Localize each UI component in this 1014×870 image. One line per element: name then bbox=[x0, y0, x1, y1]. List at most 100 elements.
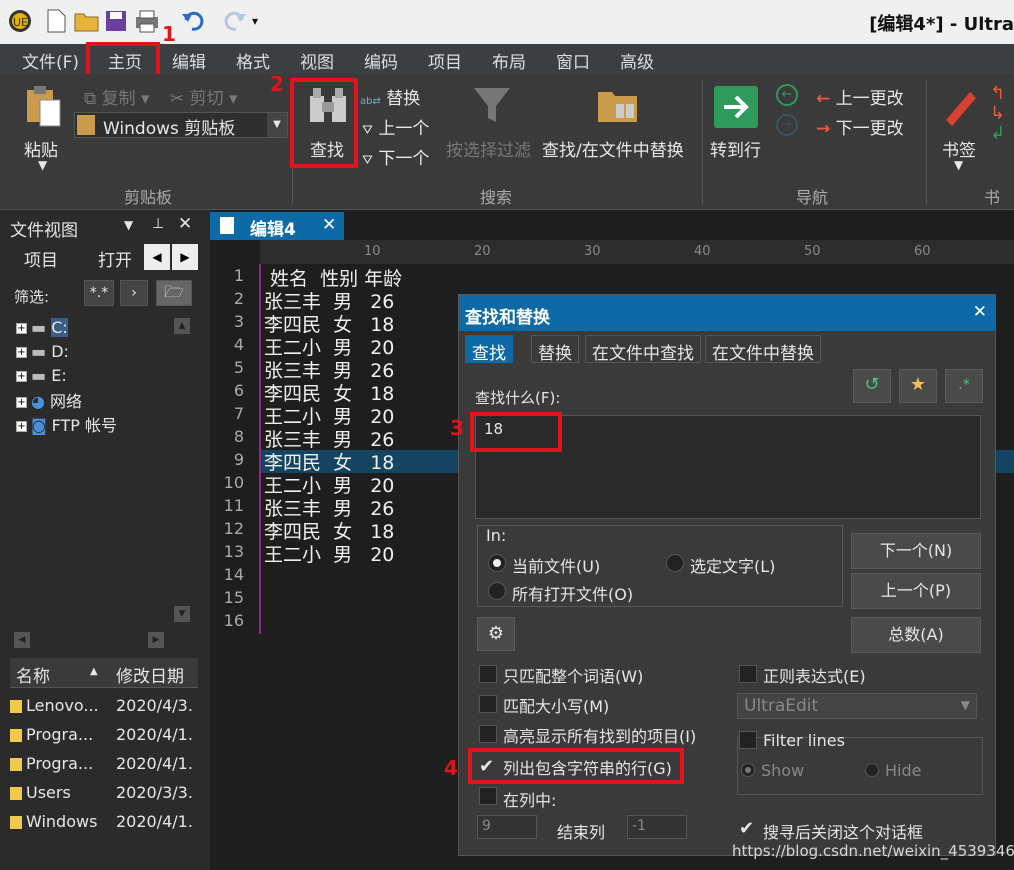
match-case-checkbox[interactable] bbox=[479, 695, 497, 713]
bookmark-icon[interactable] bbox=[940, 86, 980, 130]
paste-dropdown-icon[interactable]: ▼ bbox=[38, 158, 47, 172]
paste-icon[interactable] bbox=[24, 84, 64, 132]
nav-forward-icon[interactable]: → bbox=[776, 114, 798, 136]
replace-button[interactable]: ab⇄ 替换 bbox=[360, 84, 420, 109]
whole-word-label[interactable]: 只匹配整个词语(W) bbox=[503, 663, 643, 687]
menu-advanced[interactable]: 高级 bbox=[620, 48, 654, 73]
nav-back-icon[interactable]: ← bbox=[776, 84, 798, 106]
scope-all-label[interactable]: 所有打开文件(O) bbox=[512, 581, 633, 605]
close-icon[interactable]: ✕ bbox=[178, 214, 192, 234]
customize-toolbar-icon[interactable]: ▾ bbox=[252, 14, 276, 40]
copy-button[interactable]: ⧉ 复制 ▾ bbox=[84, 84, 149, 109]
scope-current-label[interactable]: 当前文件(U) bbox=[512, 553, 600, 577]
list-item[interactable]: Windows 2020/4/1. bbox=[10, 812, 198, 831]
close-icon[interactable]: ✕ bbox=[973, 302, 987, 322]
find-prev-button[interactable]: 上一个(P) bbox=[851, 573, 981, 609]
menu-project[interactable]: 项目 bbox=[428, 48, 462, 73]
tab-find-in-files[interactable]: 在文件中查找 bbox=[585, 335, 701, 364]
regex-checkbox[interactable] bbox=[739, 665, 757, 683]
clipboard-select[interactable]: Windows 剪贴板 ▼ bbox=[74, 112, 288, 139]
expand-icon[interactable]: + bbox=[16, 397, 27, 408]
expand-icon[interactable]: + bbox=[16, 347, 27, 358]
count-button[interactable]: 总数(A) bbox=[851, 617, 981, 653]
filter-apply-icon[interactable]: › bbox=[120, 280, 148, 306]
col-name-header[interactable]: 名称 bbox=[16, 662, 50, 687]
scope-current-radio[interactable] bbox=[488, 554, 506, 572]
expand-icon[interactable]: + bbox=[16, 371, 27, 382]
find-in-files-icon[interactable] bbox=[596, 84, 640, 132]
tab-find[interactable]: 查找 bbox=[465, 335, 513, 364]
whole-word-checkbox[interactable] bbox=[479, 665, 497, 683]
scroll-left-icon[interactable]: ◀ bbox=[14, 632, 30, 648]
undo-icon[interactable] bbox=[180, 8, 204, 34]
menu-file[interactable]: 文件(F) bbox=[22, 48, 79, 73]
tree-item-c[interactable]: + ▬ C: bbox=[16, 318, 68, 337]
goto-line-button[interactable]: 转到行 bbox=[710, 136, 761, 161]
browse-folder-icon[interactable]: 🗁 bbox=[156, 280, 192, 306]
prev-change-button[interactable]: ← 上一更改 bbox=[816, 84, 904, 109]
col-date-header[interactable]: 修改日期 bbox=[116, 662, 184, 687]
expand-icon[interactable]: + bbox=[16, 323, 27, 334]
filter-input[interactable]: *.* bbox=[84, 280, 114, 306]
menu-edit[interactable]: 编辑 bbox=[172, 48, 206, 73]
tab-editor-file[interactable]: 编辑4 ✕ bbox=[210, 212, 344, 240]
tab-open[interactable]: 打开 bbox=[84, 244, 146, 272]
scope-selection-radio[interactable] bbox=[666, 554, 684, 572]
code-line[interactable]: 王二小 男 20 bbox=[264, 540, 394, 567]
bookmark-dropdown-icon[interactable]: ▼ bbox=[954, 158, 963, 172]
highlight-all-label[interactable]: 高亮显示所有找到的项目(I) bbox=[503, 723, 696, 747]
scroll-right-icon[interactable]: ▶ bbox=[148, 632, 164, 648]
list-item[interactable]: Progra... 2020/4/1. bbox=[10, 725, 198, 744]
cut-button[interactable]: ✂ 剪切 ▾ bbox=[170, 84, 238, 109]
find-next-button[interactable]: 下一个(N) bbox=[851, 533, 981, 569]
highlight-all-checkbox[interactable] bbox=[479, 725, 497, 743]
tree-item-network[interactable]: + ◕ 网络 bbox=[16, 388, 82, 412]
filter-lines-label[interactable]: Filter lines bbox=[763, 731, 845, 750]
tree-item-ftp[interactable]: + ◙ FTP 帐号 bbox=[16, 412, 117, 436]
tab-project[interactable]: 项目 bbox=[10, 244, 72, 272]
menu-format[interactable]: 格式 bbox=[236, 48, 270, 73]
menu-encoding[interactable]: 编码 bbox=[364, 48, 398, 73]
match-case-label[interactable]: 匹配大小写(M) bbox=[503, 693, 609, 717]
regex-builder-button[interactable]: .* bbox=[945, 369, 983, 403]
next-change-button[interactable]: → 下一更改 bbox=[816, 114, 904, 139]
list-item[interactable]: Lenovo... 2020/4/3. bbox=[10, 696, 198, 715]
tree-item-e[interactable]: + ▬ E: bbox=[16, 366, 67, 385]
list-item[interactable]: Users 2020/3/3. bbox=[10, 783, 198, 802]
menu-window[interactable]: 窗口 bbox=[556, 48, 590, 73]
filter-lines-checkbox[interactable] bbox=[739, 731, 757, 749]
find-prev-button[interactable]: ⛛ 上一个 bbox=[362, 114, 429, 139]
pin-icon[interactable]: ⊥ bbox=[152, 216, 164, 232]
list-item[interactable]: Progra... 2020/4/1. bbox=[10, 754, 198, 773]
menu-view[interactable]: 视图 bbox=[300, 48, 334, 73]
panel-menu-icon[interactable]: ▼ bbox=[124, 218, 133, 232]
history-button[interactable]: ↺ bbox=[853, 369, 891, 403]
expand-icon[interactable]: + bbox=[16, 421, 27, 432]
tab-scroll-left-icon[interactable]: ◀ bbox=[144, 244, 170, 270]
tab-replace-in-files[interactable]: 在文件中替换 bbox=[705, 335, 821, 364]
favorites-button[interactable]: ★ bbox=[899, 369, 937, 403]
redo-icon[interactable] bbox=[222, 8, 246, 34]
close-after-checkbox[interactable]: ✔ bbox=[739, 819, 757, 838]
tree-item-d[interactable]: + ▬ D: bbox=[16, 342, 69, 361]
bookmark-nav-icon[interactable]: ↰ ↳ ↲ bbox=[990, 84, 1005, 144]
scope-all-radio[interactable] bbox=[488, 582, 506, 600]
scroll-down-icon[interactable]: ▼ bbox=[174, 606, 190, 622]
tab-replace[interactable]: 替换 bbox=[531, 335, 579, 364]
scroll-up-icon[interactable]: ▲ bbox=[174, 318, 190, 334]
regex-label[interactable]: 正则表达式(E) bbox=[763, 663, 866, 687]
in-column-checkbox[interactable] bbox=[479, 787, 497, 805]
close-tab-icon[interactable]: ✕ bbox=[322, 215, 336, 235]
tab-scroll-right-icon[interactable]: ▶ bbox=[172, 244, 198, 270]
save-icon[interactable] bbox=[104, 8, 128, 34]
scope-selection-label[interactable]: 选定文字(L) bbox=[690, 553, 775, 577]
in-column-label[interactable]: 在列中: bbox=[503, 787, 556, 811]
settings-button[interactable]: ⚙ bbox=[477, 617, 515, 651]
new-file-icon[interactable] bbox=[44, 8, 68, 34]
find-next-button[interactable]: ⛛ 下一个 bbox=[362, 144, 429, 169]
find-in-files-button[interactable]: 查找/在文件中替换 bbox=[542, 136, 684, 161]
close-after-label[interactable]: 搜寻后关闭这个对话框 bbox=[763, 819, 923, 843]
print-icon[interactable] bbox=[134, 8, 158, 34]
goto-line-icon[interactable] bbox=[714, 86, 758, 128]
open-folder-icon[interactable] bbox=[74, 8, 99, 34]
